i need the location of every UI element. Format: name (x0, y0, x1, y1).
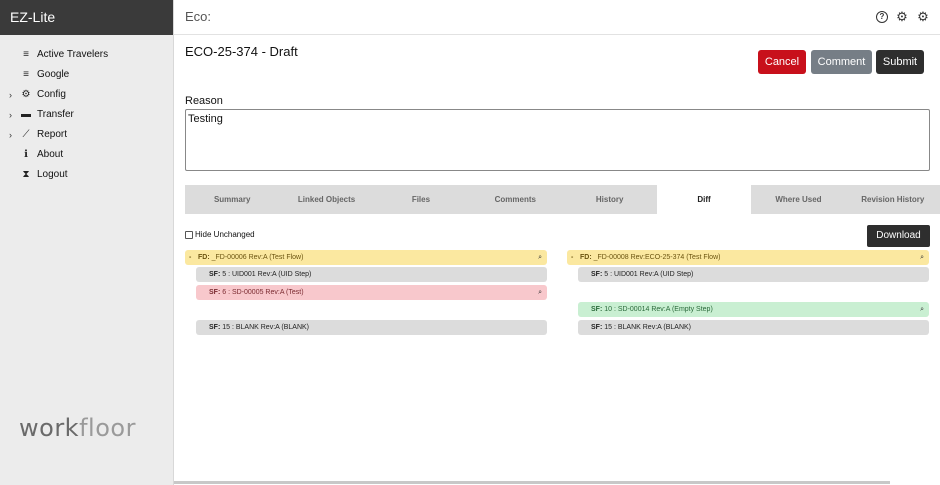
diff-left-step-row[interactable]: SF: 5 : UID001 Rev:A (UID Step) (196, 267, 547, 282)
tab-diff[interactable]: Diff (656, 185, 752, 214)
row-text: _FD-00006 Rev:A (Test Flow) (211, 254, 304, 261)
hide-unchanged-label: Hide Unchanged (195, 230, 255, 239)
download-button[interactable]: Download (867, 225, 930, 247)
diff-right-step-row[interactable]: SF: 15 : BLANK Rev:A (BLANK) (578, 320, 929, 335)
sidebar-item-label: Logout (37, 169, 68, 180)
hide-unchanged-checkbox[interactable] (185, 230, 193, 239)
tab-revision-history[interactable]: Revision History (846, 185, 940, 214)
sidebar-item-label: About (37, 149, 64, 160)
sidebar-item-label: Report (37, 129, 68, 140)
chevron-right-icon: › (9, 90, 12, 100)
row-tag: FD: (580, 254, 592, 261)
row-tag: FD: (198, 254, 210, 261)
hourglass-icon: ⧗ (22, 169, 30, 180)
row-tag: SF: (209, 271, 221, 278)
diff-left-step-row[interactable]: SF: 15 : BLANK Rev:A (BLANK) (196, 320, 547, 335)
top-bar: Eco: ? ⚙ ⚙ (174, 0, 940, 35)
row-text: 5 : UID001 Rev:A (UID Step) (604, 271, 694, 278)
help-icon[interactable]: ? (876, 11, 888, 23)
info-icon: ℹ (24, 149, 28, 160)
app-brand[interactable]: EZ-Lite (0, 0, 173, 35)
row-tag: SF: (591, 271, 603, 278)
collapse-icon[interactable]: - (571, 250, 573, 265)
search-icon[interactable]: ⌕ (538, 285, 542, 300)
sidebar-item-label: Active Travelers (37, 49, 109, 60)
chart-icon: ⟋ (22, 129, 30, 140)
row-text: 15 : BLANK Rev:A (BLANK) (222, 324, 309, 331)
search-icon[interactable]: ⌕ (920, 302, 924, 317)
sidebar-item-logout[interactable]: ⧗ Logout (0, 165, 173, 185)
diff-right-step-row[interactable]: SF: 5 : UID001 Rev:A (UID Step) (578, 267, 929, 282)
tab-history[interactable]: History (563, 185, 657, 214)
comment-button[interactable]: Comment (811, 50, 872, 74)
tab-summary[interactable]: Summary (185, 185, 279, 214)
tab-comments[interactable]: Comments (468, 185, 562, 214)
chevron-right-icon: › (9, 110, 12, 120)
horizontal-scrollbar[interactable] (174, 481, 890, 484)
reason-textarea[interactable]: Testing (185, 109, 930, 171)
row-text: 6 : SD-00005 Rev:A (Test) (222, 289, 304, 296)
workfloor-logo: workfloor (19, 414, 136, 442)
diff-left-removed-row[interactable]: SF: 6 : SD-00005 Rev:A (Test) ⌕ (196, 285, 547, 300)
tab-linked-objects[interactable]: Linked Objects (279, 185, 373, 214)
hide-unchanged-toggle[interactable]: Hide Unchanged (185, 230, 255, 239)
logo-text-part2: floor (79, 414, 136, 442)
sidebar-item-transfer[interactable]: › ▬ Transfer (0, 105, 173, 125)
sidebar-item-active-travelers[interactable]: ≡ Active Travelers (0, 45, 173, 65)
search-icon[interactable]: ⌕ (538, 250, 542, 265)
sidebar-item-report[interactable]: › ⟋ Report (0, 125, 173, 145)
collapse-icon[interactable]: - (189, 250, 191, 265)
gear-icon[interactable]: ⚙ (896, 10, 908, 23)
sidebar-item-label: Transfer (37, 109, 74, 120)
tab-bar: Summary Linked Objects Files Comments Hi… (185, 185, 940, 214)
sidebar-item-label: Google (37, 69, 70, 80)
tab-files[interactable]: Files (374, 185, 468, 214)
row-text: 10 : SD-00014 Rev:A (Empty Step) (604, 306, 713, 313)
submit-button[interactable]: Submit (876, 50, 924, 74)
search-icon[interactable]: ⌕ (920, 250, 924, 265)
list-icon: ≡ (23, 49, 29, 60)
gear-icon: ⚙ (21, 89, 31, 100)
sidebar-item-label: Config (37, 89, 66, 100)
chevron-right-icon: › (9, 130, 12, 140)
diff-left-flow-row[interactable]: - FD: _FD-00006 Rev:A (Test Flow) ⌕ (185, 250, 547, 265)
row-text: 5 : UID001 Rev:A (UID Step) (222, 271, 312, 278)
row-tag: SF: (591, 306, 603, 313)
tab-where-used[interactable]: Where Used (751, 185, 845, 214)
list-icon: ≡ (23, 69, 29, 80)
row-tag: SF: (209, 289, 221, 296)
row-tag: SF: (591, 324, 603, 331)
diff-right-added-row[interactable]: SF: 10 : SD-00014 Rev:A (Empty Step) ⌕ (578, 302, 929, 317)
top-bar-title: Eco: (185, 9, 212, 24)
row-tag: SF: (209, 324, 221, 331)
folder-icon: ▬ (21, 109, 31, 120)
cancel-button[interactable]: Cancel (758, 50, 806, 74)
sidebar: EZ-Lite ≡ Active Travelers ≡ Google › ⚙ … (0, 0, 174, 485)
diff-right-flow-row[interactable]: - FD: _FD-00008 Rev:ECO-25-374 (Test Flo… (567, 250, 929, 265)
settings-icon[interactable]: ⚙ (917, 10, 929, 23)
sidebar-item-google[interactable]: ≡ Google (0, 65, 173, 85)
reason-label: Reason (185, 95, 223, 107)
page-title: ECO-25-374 - Draft (185, 44, 298, 59)
row-text: 15 : BLANK Rev:A (BLANK) (604, 324, 691, 331)
sidebar-item-config[interactable]: › ⚙ Config (0, 85, 173, 105)
sidebar-nav: ≡ Active Travelers ≡ Google › ⚙ Config ›… (0, 45, 173, 185)
sidebar-item-about[interactable]: ℹ About (0, 145, 173, 165)
logo-text-part1: work (19, 414, 80, 442)
row-text: _FD-00008 Rev:ECO-25-374 (Test Flow) (593, 254, 721, 261)
